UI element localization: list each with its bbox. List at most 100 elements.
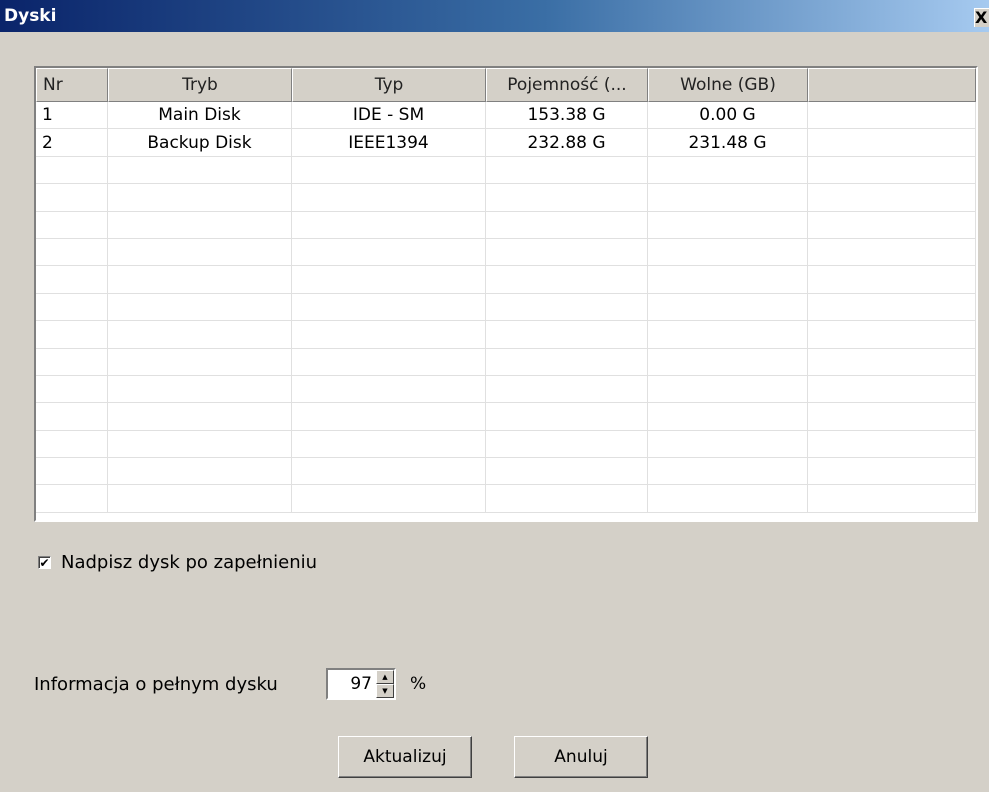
cell-empty [108,238,292,266]
cancel-button[interactable]: Anuluj [514,736,648,778]
cell-empty [648,348,808,375]
cell-empty [808,458,976,485]
update-button[interactable]: Aktualizuj [338,736,472,778]
table-row-empty[interactable] [36,348,976,376]
table-row-empty[interactable] [36,375,976,404]
cell-empty [648,266,808,293]
cell-empty [648,238,808,266]
overwrite-label: Nadpisz dysk po zapełnieniu [61,552,318,573]
cell-empty [648,184,808,211]
cell-empty [108,184,292,211]
column-header-nr[interactable]: Nr [36,68,108,102]
cell-wolne: 0.00 G [648,102,808,129]
cell-empty [36,375,108,403]
cell-empty [36,430,108,458]
cell-pojemnosc: 232.88 G [486,129,648,156]
cell-empty [808,348,976,375]
overwrite-checkbox[interactable]: ✔ [38,556,51,569]
table-row-empty[interactable] [36,266,976,294]
close-icon[interactable]: X [974,8,989,27]
cell-empty [292,458,486,485]
cell-empty [36,184,108,211]
cell-empty [36,403,108,430]
cell-empty [648,211,808,238]
cell-empty [808,156,976,184]
cell-empty [36,211,108,238]
cell-empty [486,458,648,485]
cell-empty [292,156,486,184]
table-body: 1 Main Disk IDE - SM 153.38 G 0.00 G 2 B… [36,102,976,513]
table-row-empty[interactable] [36,184,976,212]
cell-empty [808,485,976,512]
spin-up-icon[interactable]: ▲ [376,670,394,684]
cell-empty [36,348,108,375]
cell-empty [36,266,108,293]
cell-empty [808,238,976,266]
cell-empty [292,238,486,266]
cell-empty [486,375,648,403]
cell-empty [292,211,486,238]
column-header-pojemnosc[interactable]: Pojemność (... [486,68,648,102]
spin-down-icon[interactable]: ▼ [376,684,394,698]
cell-empty [648,485,808,512]
table-row-empty[interactable] [36,156,976,185]
table-row-empty[interactable] [36,458,976,486]
overwrite-option[interactable]: ✔ Nadpisz dysk po zapełnieniu [38,552,317,573]
cell-empty [108,375,292,403]
table-row-empty[interactable] [36,485,976,513]
cell-empty [292,321,486,348]
cell-empty [486,485,648,512]
full-disk-spinner[interactable]: 97 ▲ ▼ [326,668,396,700]
cell-empty [36,156,108,184]
table-row[interactable]: 2 Backup Disk IEEE1394 232.88 G 231.48 G [36,129,976,157]
cell-empty [808,266,976,293]
table-row-empty[interactable] [36,430,976,459]
spinner-buttons: ▲ ▼ [376,670,394,698]
cell-empty [486,156,648,184]
column-header-wolne[interactable]: Wolne (GB) [648,68,808,102]
cell-empty [36,458,108,485]
cell-nr: 2 [36,129,108,156]
cell-empty [486,238,648,266]
cell-empty [292,184,486,211]
cell-empty [808,403,976,430]
column-header-typ[interactable]: Typ [292,68,486,102]
cell-empty [36,293,108,321]
cell-empty [486,321,648,348]
full-disk-value[interactable]: 97 [328,670,376,698]
cell-empty [808,211,976,238]
column-header-empty[interactable] [808,68,976,102]
cell-empty [36,238,108,266]
cell-empty [108,211,292,238]
table-row-empty[interactable] [36,403,976,431]
cell-empty [108,266,292,293]
cell-empty [292,266,486,293]
table-header: Nr Tryb Typ Pojemność (... Wolne (GB) [36,68,976,102]
cell-empty [808,129,976,156]
cell-empty [648,430,808,458]
cell-empty [108,156,292,184]
cell-pojemnosc: 153.38 G [486,102,648,129]
cell-empty [808,184,976,211]
table-row-empty[interactable] [36,211,976,239]
cell-tryb: Main Disk [108,102,292,129]
cell-empty [108,485,292,512]
table-row[interactable]: 1 Main Disk IDE - SM 153.38 G 0.00 G [36,102,976,130]
cell-empty [808,293,976,321]
table-row-empty[interactable] [36,238,976,267]
cell-empty [808,375,976,403]
cell-typ: IEEE1394 [292,129,486,156]
cell-empty [486,184,648,211]
cell-empty [108,293,292,321]
cell-empty [486,430,648,458]
cell-empty [108,458,292,485]
cell-empty [486,211,648,238]
full-disk-label: Informacja o pełnym dysku [34,673,278,695]
table-row-empty[interactable] [36,321,976,349]
cell-empty [648,293,808,321]
cell-empty [292,293,486,321]
column-header-tryb[interactable]: Tryb [108,68,292,102]
table-row-empty[interactable] [36,293,976,322]
cell-empty [36,321,108,348]
cell-empty [486,266,648,293]
